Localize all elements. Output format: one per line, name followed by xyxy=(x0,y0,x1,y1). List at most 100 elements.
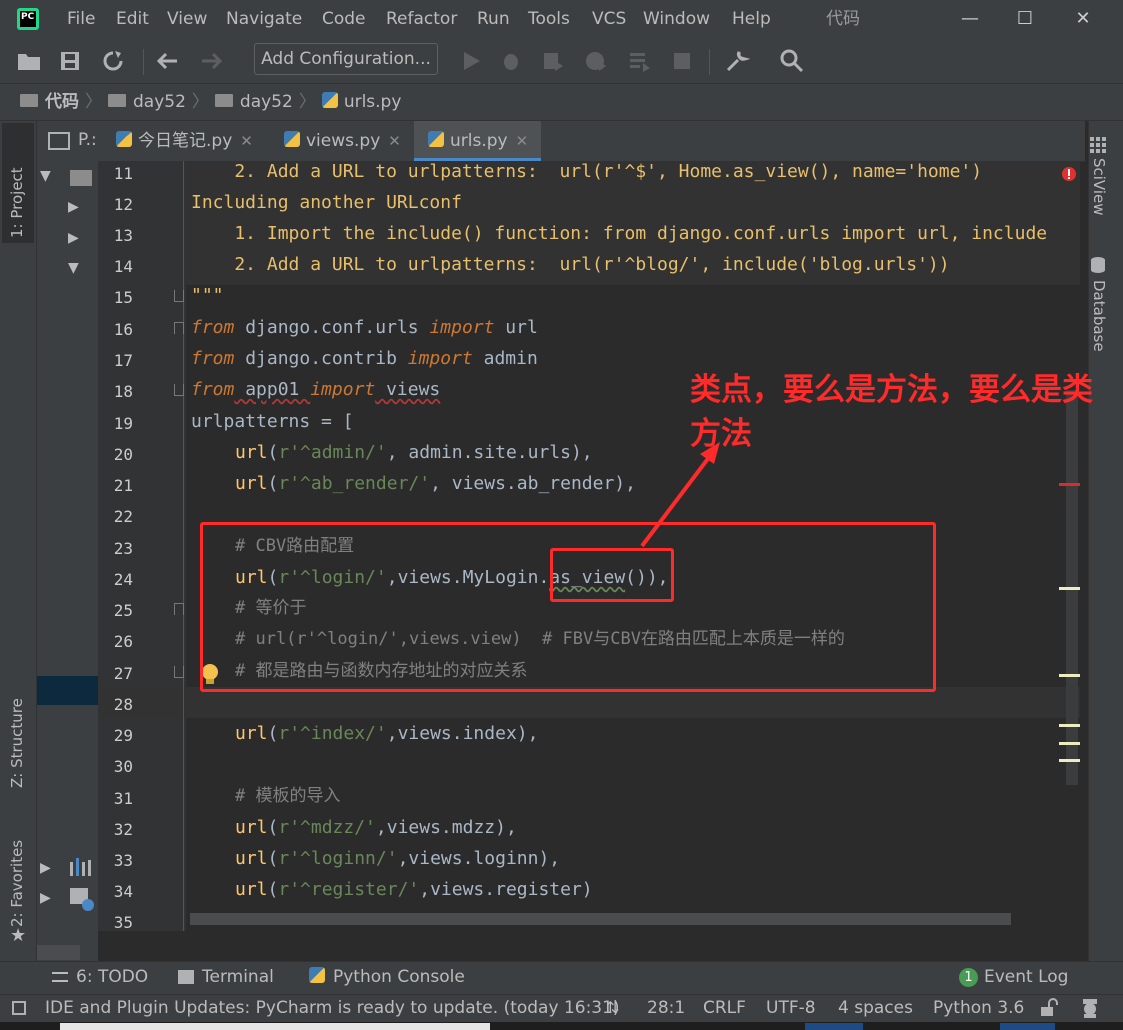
terminal-label: Terminal xyxy=(202,967,274,987)
fold-marker-icon[interactable] xyxy=(174,603,184,615)
database-icon[interactable] xyxy=(1089,256,1107,274)
add-configuration-button[interactable]: Add Configuration... xyxy=(254,43,438,75)
breadcrumb-item-day52[interactable]: day52 xyxy=(108,92,186,112)
save-icon[interactable] xyxy=(58,49,82,73)
warning-stripe-mark[interactable] xyxy=(1059,759,1080,762)
caret-position[interactable]: 28:1 xyxy=(647,994,685,1022)
python-console-label: Python Console xyxy=(333,967,465,987)
toggle-tool-windows-icon[interactable] xyxy=(12,1001,26,1015)
line-number: 24 xyxy=(113,570,133,589)
menu-vcs[interactable]: VCS xyxy=(592,0,626,38)
breadcrumb: 代码〉 day52 〉 day52 〉 urls.py xyxy=(20,84,401,120)
status-message[interactable]: IDE and Plugin Updates: PyCharm is ready… xyxy=(45,994,620,1022)
search-icon[interactable] xyxy=(779,48,805,74)
folder-icon xyxy=(20,93,38,107)
menu-help[interactable]: Help xyxy=(732,0,771,38)
line-number: 17 xyxy=(113,351,133,370)
maximize-icon[interactable]: ☐ xyxy=(1005,0,1045,38)
tree-expanded-arrow-icon[interactable]: ▼ xyxy=(40,168,51,184)
code-line-12: Including another URLconf xyxy=(191,192,462,213)
tab-views[interactable]: views.py ✕ xyxy=(284,121,401,161)
tree-collapsed-arrow-icon[interactable]: ▶ xyxy=(68,199,79,215)
favorites-tool-label[interactable]: 2: Favorites xyxy=(8,822,26,927)
menu-edit[interactable]: Edit xyxy=(116,0,149,38)
menu-window[interactable]: Window xyxy=(643,0,710,38)
star-icon[interactable]: ★ xyxy=(10,925,26,946)
close-tab-icon[interactable]: ✕ xyxy=(388,132,401,150)
menu-file[interactable]: File xyxy=(67,0,95,38)
structure-tool-label[interactable]: Z: Structure xyxy=(8,668,26,788)
breadcrumb-label: day52 xyxy=(239,92,293,112)
indexing-icon[interactable]: ⇅ xyxy=(606,994,619,1022)
line-separator[interactable]: CRLF xyxy=(703,994,746,1022)
code-line-16: from django.conf.urls import url xyxy=(191,317,538,338)
breadcrumb-item-file[interactable]: urls.py xyxy=(321,92,401,112)
tree-expanded-arrow-icon[interactable]: ▼ xyxy=(68,260,79,276)
debug-icon[interactable] xyxy=(499,49,523,73)
menu-run[interactable]: Run xyxy=(477,0,510,38)
warning-stripe-mark[interactable] xyxy=(1059,587,1080,590)
project-tool-label[interactable]: 1: Project xyxy=(8,128,26,238)
lock-icon[interactable] xyxy=(1039,998,1059,1018)
warning-stripe-mark[interactable] xyxy=(1059,674,1080,677)
fold-marker-icon[interactable] xyxy=(174,322,184,334)
file-encoding[interactable]: UTF-8 xyxy=(766,994,816,1022)
open-folder-icon[interactable] xyxy=(16,49,42,73)
menu-code[interactable]: Code xyxy=(322,0,366,38)
menu-view[interactable]: View xyxy=(167,0,207,38)
breadcrumb-item-project[interactable]: 代码 xyxy=(20,92,79,112)
sync-icon[interactable] xyxy=(101,49,125,73)
indent-setting[interactable]: 4 spaces xyxy=(838,994,913,1022)
close-icon[interactable]: ✕ xyxy=(1063,0,1103,38)
todo-tool-button[interactable]: 6: TODO xyxy=(52,961,148,994)
inspector-icon[interactable] xyxy=(1079,997,1101,1019)
horizontal-scrollbar[interactable] xyxy=(37,945,80,960)
close-tab-icon[interactable]: ✕ xyxy=(516,132,529,150)
sciview-tool-label[interactable]: SciView xyxy=(1090,158,1108,238)
wrench-settings-icon[interactable] xyxy=(724,48,750,74)
error-indicator-icon[interactable] xyxy=(1061,166,1077,182)
tab-urls[interactable]: urls.py ✕ xyxy=(428,121,528,161)
sciview-icon[interactable] xyxy=(1089,136,1107,154)
window-title: 代码 xyxy=(826,9,860,29)
selected-tree-row[interactable] xyxy=(37,676,98,705)
concurrency-icon[interactable] xyxy=(627,49,651,73)
fold-marker-icon[interactable] xyxy=(174,384,184,396)
menu-tools[interactable]: Tools xyxy=(528,0,570,38)
python-console-icon xyxy=(309,967,325,983)
breadcrumb-item-day52-sub[interactable]: day52 xyxy=(214,92,293,112)
toolbar-separator xyxy=(143,49,144,75)
tree-collapsed-arrow-icon[interactable]: ▶ xyxy=(40,860,51,876)
code-line-19: urlpatterns = [ xyxy=(191,411,354,432)
tree-collapsed-arrow-icon[interactable]: ▶ xyxy=(68,230,79,246)
python-interpreter[interactable]: Python 3.6 xyxy=(933,994,1024,1022)
menu-navigate[interactable]: Navigate xyxy=(226,0,302,38)
error-stripe-mark[interactable] xyxy=(1059,483,1080,486)
fold-marker-icon[interactable] xyxy=(174,290,184,302)
breadcrumb-label: 代码 xyxy=(45,92,79,112)
fold-marker-icon[interactable] xyxy=(174,666,184,678)
project-view-icon[interactable] xyxy=(48,132,70,150)
database-tool-label[interactable]: Database xyxy=(1090,280,1108,370)
warning-stripe-mark[interactable] xyxy=(1059,742,1080,745)
scratches-icon xyxy=(70,888,94,911)
tab-notes[interactable]: 今日笔记.py ✕ xyxy=(116,121,253,161)
minimize-icon[interactable]: — xyxy=(950,0,990,38)
python-console-tool-button[interactable]: Python Console xyxy=(309,961,465,994)
line-number: 35 xyxy=(113,913,133,931)
terminal-tool-button[interactable]: Terminal xyxy=(178,961,274,994)
python-file-icon xyxy=(116,131,132,147)
menu-refactor[interactable]: Refactor xyxy=(386,0,457,38)
tree-collapsed-arrow-icon[interactable]: ▶ xyxy=(40,890,51,906)
forward-arrow-icon[interactable] xyxy=(199,49,225,73)
warning-stripe-mark[interactable] xyxy=(1059,724,1080,727)
profile-icon[interactable] xyxy=(584,49,608,73)
close-tab-icon[interactable]: ✕ xyxy=(240,132,253,150)
event-log-tool-button[interactable]: 1 Event Log xyxy=(959,961,1068,994)
back-arrow-icon[interactable] xyxy=(155,49,181,73)
coverage-icon[interactable] xyxy=(541,49,565,73)
editor-horizontal-scrollbar[interactable] xyxy=(190,913,1011,925)
run-icon[interactable] xyxy=(460,50,482,72)
stop-icon[interactable] xyxy=(671,50,693,72)
bottom-tool-bar xyxy=(0,961,1123,995)
